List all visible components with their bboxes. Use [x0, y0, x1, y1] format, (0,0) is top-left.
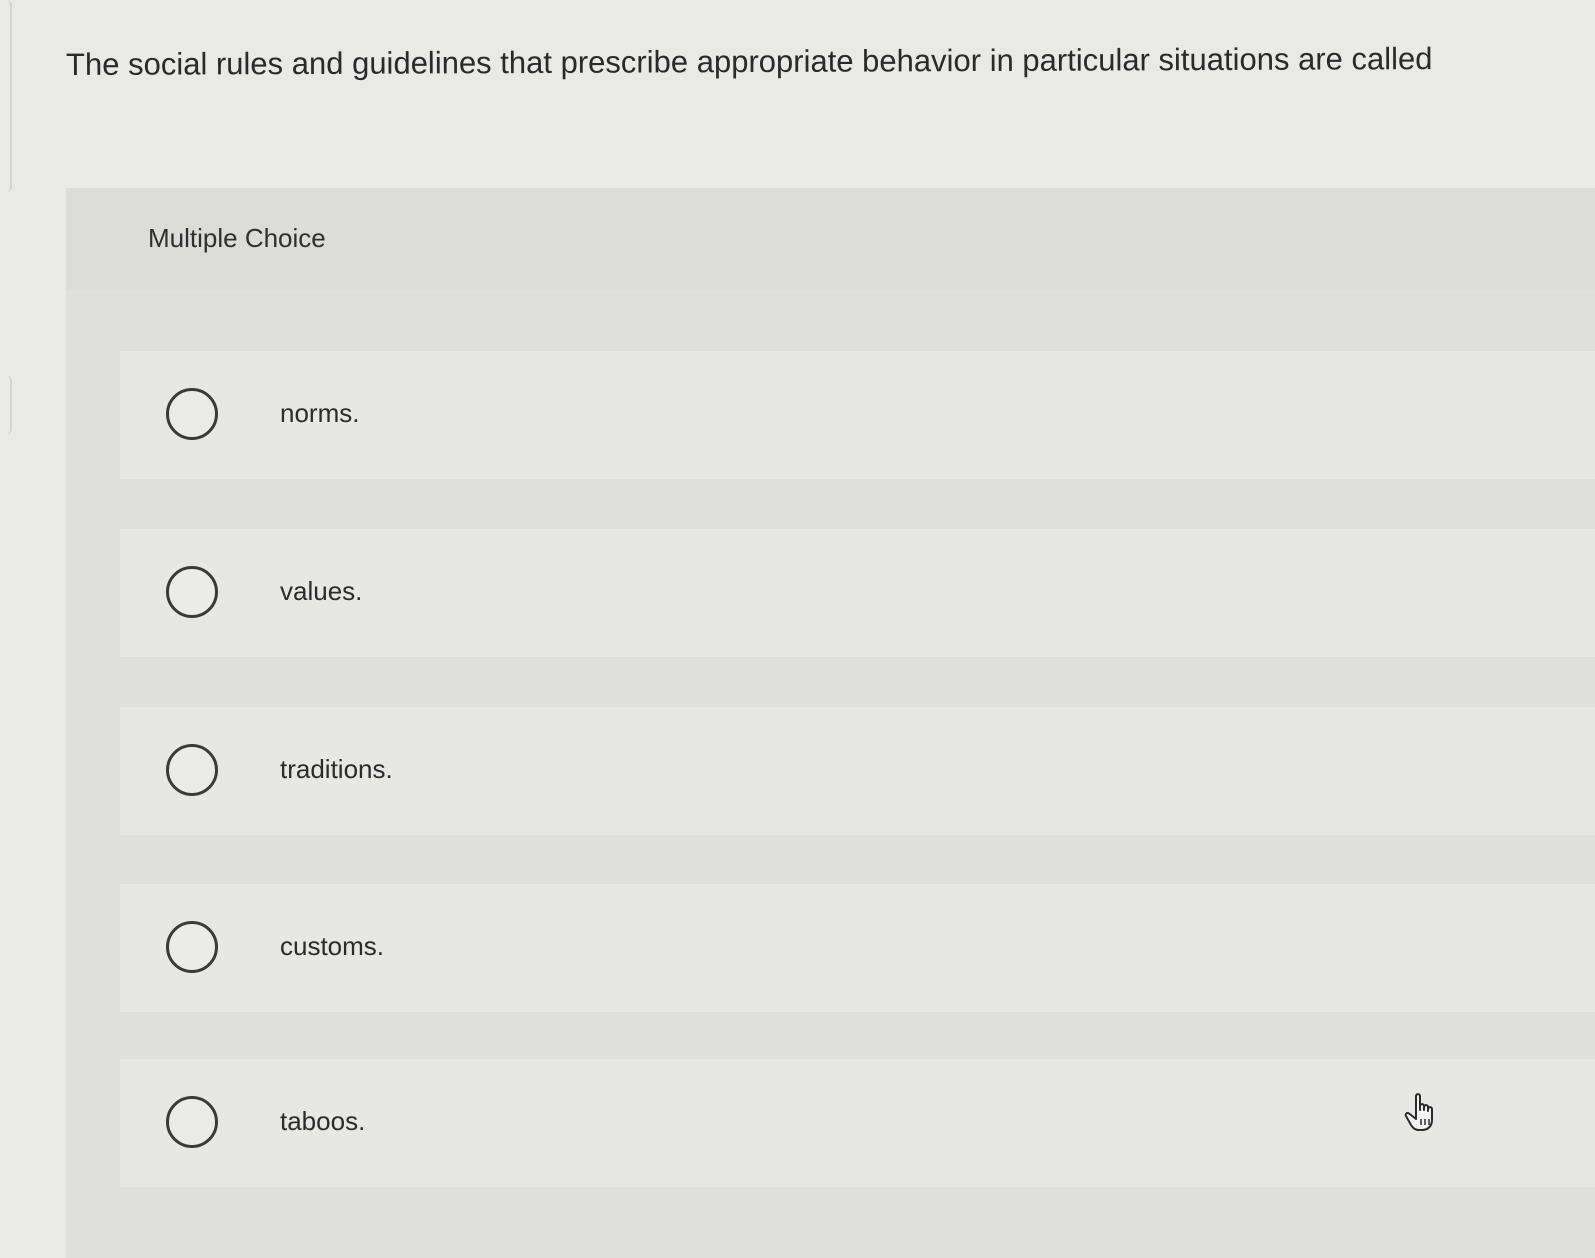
- left-edge-decoration: [0, 375, 12, 435]
- answer-option-traditions[interactable]: traditions.: [120, 707, 1595, 835]
- answer-option-taboos[interactable]: taboos.: [120, 1059, 1595, 1187]
- radio-unselected-icon[interactable]: [166, 1096, 218, 1148]
- hand-pointer-icon: [1404, 1093, 1433, 1131]
- left-edge-decoration: [0, 0, 12, 192]
- multiple-choice-panel: Multiple Choice norms. values. tradition…: [66, 188, 1595, 1258]
- multiple-choice-header: Multiple Choice: [66, 188, 1595, 290]
- answer-option-label: norms.: [280, 398, 360, 428]
- radio-unselected-icon[interactable]: [166, 388, 218, 440]
- multiple-choice-label: Multiple Choice: [148, 223, 326, 253]
- radio-unselected-icon[interactable]: [166, 921, 218, 973]
- answer-option-norms[interactable]: norms.: [120, 351, 1595, 479]
- question-text: The social rules and guidelines that pre…: [65, 41, 1433, 82]
- answer-option-label: taboos.: [280, 1106, 366, 1136]
- answer-option-label: customs.: [280, 931, 385, 961]
- radio-unselected-icon[interactable]: [166, 566, 218, 618]
- answer-option-label: values.: [280, 576, 363, 606]
- radio-unselected-icon[interactable]: [166, 744, 218, 796]
- answer-option-label: traditions.: [280, 754, 393, 784]
- answer-option-customs[interactable]: customs.: [120, 884, 1595, 1012]
- answer-option-values[interactable]: values.: [120, 529, 1595, 657]
